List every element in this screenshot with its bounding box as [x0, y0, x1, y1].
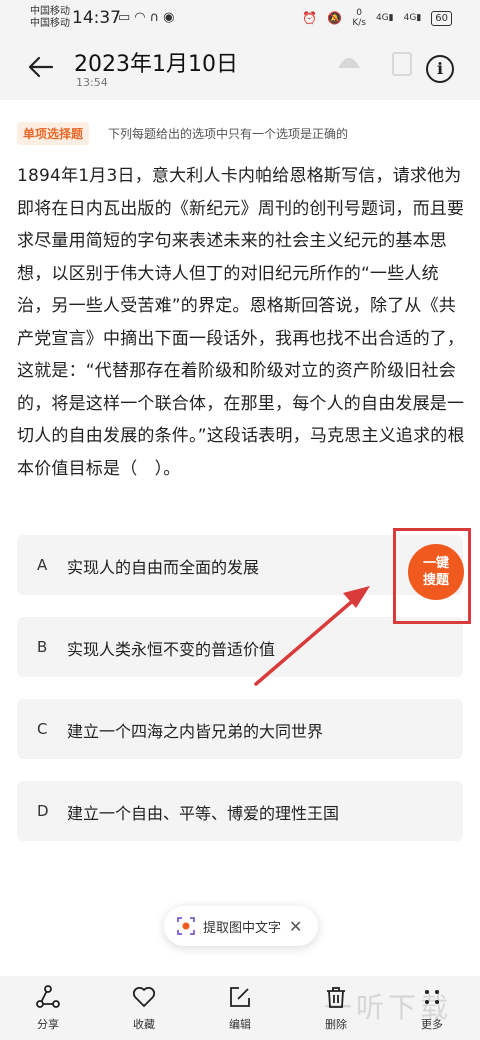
alarm-icon: ⏰ — [302, 11, 318, 25]
faded-header-icon-2 — [392, 52, 412, 76]
heart-icon — [132, 986, 156, 1007]
battery-icon: 60 — [431, 10, 452, 26]
option-text: 实现人类永恒不变的普适价值 — [67, 640, 276, 659]
one-click-search-button[interactable]: 一键 搜题 — [408, 544, 464, 600]
wifi-icon: ◠ — [134, 10, 150, 25]
question-type-badge: 单项选择题 — [17, 122, 90, 145]
message-icon: ▭ — [118, 10, 135, 25]
app-header: 2023年1月10日 13:54 i — [0, 40, 480, 100]
edit-label: 编辑 — [229, 1018, 251, 1031]
extract-text-label: 提取图中文字 — [203, 920, 282, 936]
page-title: 2023年1月10日 — [74, 52, 238, 77]
question-text: 1894年1月3日，意大利人卡内帕给恩格斯写信，请求他为即将在日内瓦出版的《新纪… — [17, 166, 465, 479]
share-label: 分享 — [37, 1018, 59, 1031]
option-letter: C — [37, 720, 48, 738]
edit-button[interactable]: 编辑 — [210, 984, 270, 1032]
option-letter: B — [37, 638, 48, 656]
edit-icon — [230, 987, 250, 1007]
option-text: 建立一个自由、平等、博爱的理性王国 — [67, 804, 340, 823]
option-b[interactable]: B 实现人类永恒不变的普适价值 — [17, 617, 463, 677]
option-letter: A — [37, 556, 48, 574]
option-c[interactable]: C 建立一个四海之内皆兄弟的大同世界 — [17, 699, 463, 759]
option-text: 实现人的自由而全面的发展 — [67, 558, 260, 577]
watermark: 一听下载 — [324, 991, 453, 1024]
network-speed: 0 K/s — [352, 8, 366, 28]
close-icon[interactable]: ✕ — [289, 917, 302, 936]
option-letter: D — [37, 802, 49, 820]
headphone-icon: ∩ — [149, 10, 164, 25]
annotation-arrow — [254, 586, 370, 686]
favorite-button[interactable]: 收藏 — [114, 984, 174, 1032]
favorite-label: 收藏 — [133, 1018, 155, 1031]
extract-text-pill[interactable]: 提取图中文字 ✕ — [164, 906, 318, 946]
option-text: 建立一个四海之内皆兄弟的大同世界 — [67, 722, 324, 741]
eye-icon: ◉ — [163, 10, 179, 25]
faded-header-icon-1 — [338, 58, 360, 68]
page-subtitle: 13:54 — [76, 76, 108, 89]
share-button[interactable]: 分享 — [18, 984, 78, 1032]
status-time: 14:37 — [72, 8, 121, 28]
scan-text-icon — [177, 917, 195, 935]
signal-2: 4G▮ — [403, 13, 422, 23]
back-arrow-icon[interactable] — [26, 52, 56, 82]
share-icon — [36, 985, 60, 1008]
status-bar: 中国移动 中国移动 14:37 ▭◠∩◉ ⏰ 🔕 0 K/s 4G▮ 4G▮ 60 — [0, 0, 480, 40]
question-hint: 下列每题给出的选项中只有一个选项是正确的 — [108, 127, 349, 141]
mute-icon: 🔕 — [327, 11, 343, 25]
carrier-2: 中国移动 — [30, 18, 70, 29]
carrier-1: 中国移动 — [30, 6, 70, 17]
info-icon[interactable]: i — [426, 55, 454, 83]
signal-1: 4G▮ — [375, 13, 394, 23]
option-d[interactable]: D 建立一个自由、平等、博爱的理性王国 — [17, 781, 463, 841]
status-right: ⏰ 🔕 0 K/s 4G▮ 4G▮ 60 — [302, 8, 452, 28]
notification-icons: ▭◠∩◉ — [118, 10, 179, 25]
